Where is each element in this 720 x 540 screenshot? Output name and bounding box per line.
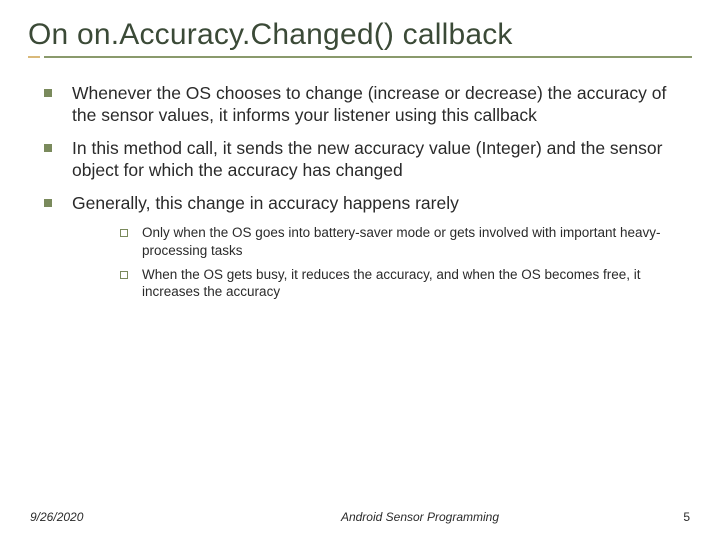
footer-title: Android Sensor Programming: [210, 510, 630, 524]
footer-page-number: 5: [630, 510, 690, 524]
list-item: Generally, this change in accuracy happe…: [36, 192, 688, 302]
sub-bullet-list: Only when the OS goes into battery-saver…: [72, 224, 688, 301]
bullet-list: Whenever the OS chooses to change (incre…: [36, 82, 688, 301]
footer: 9/26/2020 Android Sensor Programming 5: [0, 510, 720, 524]
sub-bullet-text: Only when the OS goes into battery-saver…: [142, 225, 661, 258]
title-area: On on.Accuracy.Changed() callback: [0, 0, 720, 64]
bullet-text: Whenever the OS chooses to change (incre…: [72, 83, 666, 125]
list-item: Only when the OS goes into battery-saver…: [112, 224, 688, 260]
bullet-text: Generally, this change in accuracy happe…: [72, 193, 459, 213]
list-item: When the OS gets busy, it reduces the ac…: [112, 266, 688, 302]
list-item: In this method call, it sends the new ac…: [36, 137, 688, 182]
slide-title: On on.Accuracy.Changed() callback: [28, 18, 692, 52]
footer-date: 9/26/2020: [30, 510, 210, 524]
list-item: Whenever the OS chooses to change (incre…: [36, 82, 688, 127]
bullet-text: In this method call, it sends the new ac…: [72, 138, 662, 180]
title-rule: [28, 56, 692, 58]
content-area: Whenever the OS chooses to change (incre…: [0, 64, 720, 301]
sub-bullet-text: When the OS gets busy, it reduces the ac…: [142, 267, 641, 300]
